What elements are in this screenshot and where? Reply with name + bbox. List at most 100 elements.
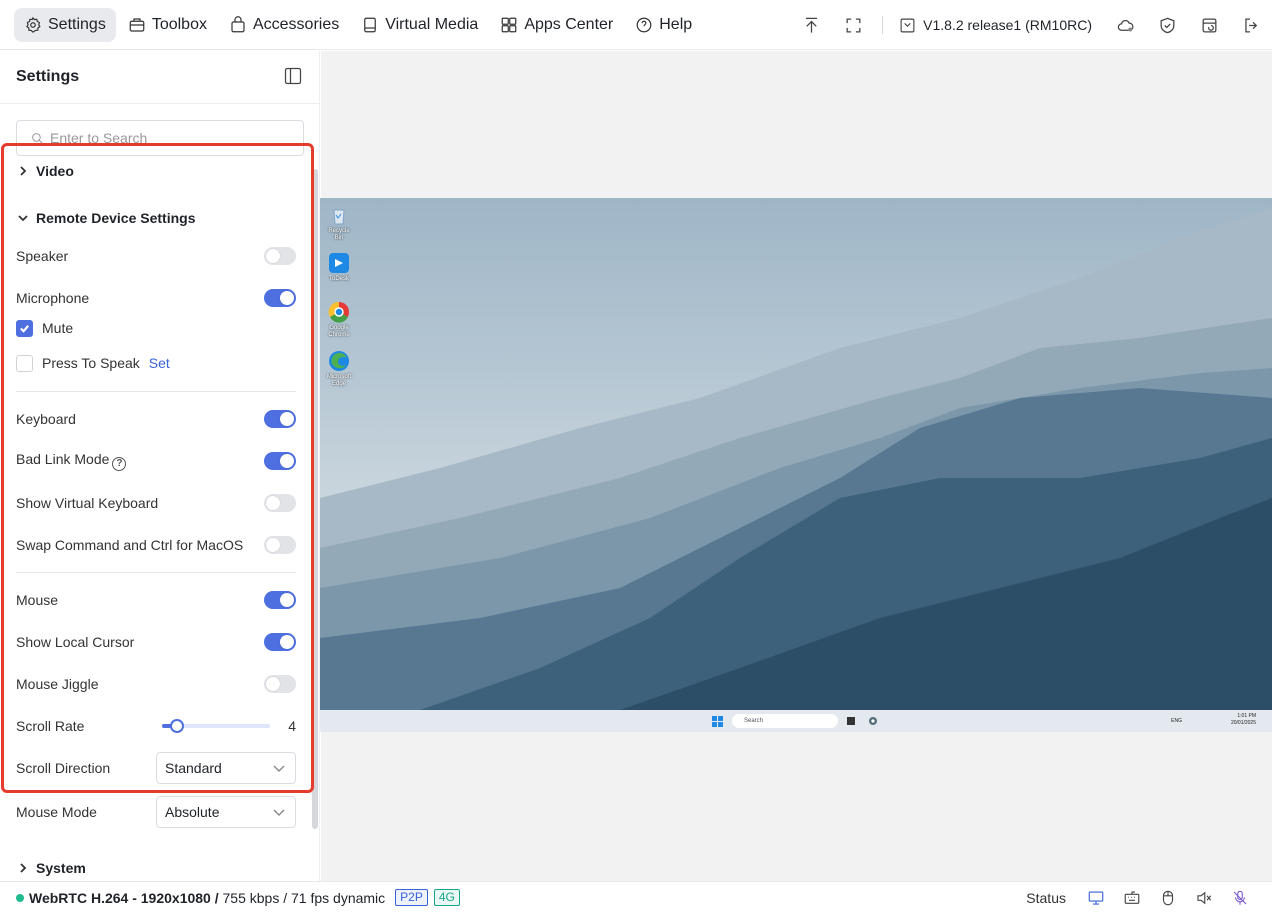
mouse-toggle[interactable] [264,591,296,609]
nav-toolbox[interactable]: Toolbox [118,8,217,42]
desktop-icon-label: ToDesk [328,276,349,282]
desktop-icon-todesk[interactable]: ToDesk [326,252,352,283]
show-local-cursor-toggle[interactable] [264,633,296,651]
mouse-mode-value: Absolute [165,804,220,820]
taskbar-search-label: Search [744,718,764,724]
toolbar-divider [882,16,884,34]
row-show-virtual-keyboard: Show Virtual Keyboard [16,489,296,517]
question-icon [636,17,652,32]
p2p-badge: P2P [395,889,428,906]
mute-label: Mute [42,320,74,336]
swap-command-ctrl-toggle[interactable] [264,536,296,554]
speaker-label: Speaker [16,248,69,264]
security-button[interactable] [1146,0,1188,50]
connection-status-dot [16,893,24,902]
nav-apps-center-label: Apps Center [524,15,614,33]
switch-device-button[interactable] [1188,0,1230,50]
windows-start-icon[interactable] [712,716,723,727]
logout-button[interactable] [1230,0,1272,50]
chevron-right-icon [20,863,27,873]
slider-thumb[interactable] [169,719,184,733]
show-virtual-keyboard-label: Show Virtual Keyboard [16,495,159,511]
upload-button[interactable] [790,0,832,50]
desktop-icon-edge[interactable]: Microsoft Edge [326,350,352,388]
section-remote-device-settings[interactable]: Remote Device Settings [18,210,196,226]
cloud-icon [1117,19,1133,31]
taskbar-time: 1:01 PM [1237,713,1256,719]
row-scroll-direction: Scroll Direction Standard [16,751,296,785]
mouse-mode-label: Mouse Mode [16,804,97,820]
upload-icon [805,17,817,33]
speaker-toggle[interactable] [264,247,296,265]
keyboard-label: Keyboard [16,411,76,427]
desktop-icon-recycle-bin[interactable]: Recycle Bin [326,204,352,242]
scroll-direction-value: Standard [165,760,222,776]
section-system[interactable]: System [18,860,86,876]
stream-info-rate: 755 kbps / 71 fps dynamic [218,889,386,906]
nav-virtual-media[interactable]: Virtual Media [351,8,488,42]
mouse-jiggle-toggle[interactable] [264,675,296,693]
chevron-down-icon [273,765,285,772]
section-remote-label: Remote Device Settings [36,210,196,226]
show-virtual-keyboard-toggle[interactable] [264,494,296,512]
divider [16,391,296,392]
monitor-status-button[interactable] [1078,882,1114,913]
mouse-status-button[interactable] [1150,882,1186,913]
settings-taskbar-icon[interactable] [868,716,878,726]
press-to-speak-set-link[interactable]: Set [149,355,170,371]
microphone-label: Microphone [16,290,90,306]
speaker-muted-button[interactable] [1186,882,1222,913]
help-circle-icon[interactable]: ? [112,456,127,471]
row-bad-link-mode: Bad Link Mode? [16,447,296,475]
task-view-icon[interactable] [846,716,856,726]
cloud-button[interactable] [1104,0,1146,50]
remote-desktop-screen[interactable]: Recycle Bin ToDesk Google Chrome Microso… [320,198,1272,732]
version-button[interactable]: V1.8.2 release1 (RM10RC) [891,17,1100,34]
bad-link-mode-toggle[interactable] [264,452,296,470]
sidebar-panel-icon [284,67,302,84]
microphone-toggle[interactable] [264,289,296,307]
disk-icon [364,17,377,32]
chrome-icon [328,301,349,323]
taskbar-clock[interactable]: 1:01 PM 20/01/2025 [1231,713,1256,727]
desktop-icon-label: Google Chrome [328,325,350,338]
section-system-label: System [36,860,86,876]
row-microphone: Microphone [16,284,296,312]
nav-apps-center[interactable]: Apps Center [490,8,623,42]
row-swap-command-ctrl: Swap Command and Ctrl for MacOS [16,531,296,559]
keyboard-toggle[interactable] [264,410,296,428]
mute-checkbox[interactable] [16,319,33,337]
press-to-speak-checkbox[interactable] [16,354,33,372]
nav-accessories[interactable]: Accessories [219,8,349,42]
chevron-down-icon [18,215,28,222]
desktop-icon-chrome[interactable]: Google Chrome [326,301,352,339]
taskbar-search[interactable]: Search [732,714,838,728]
stream-info-bold: WebRTC H.264 - 1920x1080 / [29,889,219,906]
scroll-rate-value: 4 [288,718,296,734]
mouse-mode-select[interactable]: Absolute [156,796,296,828]
collapse-sidebar-button[interactable] [283,66,303,89]
taskbar-language[interactable]: ENG [1171,718,1182,724]
fullscreen-button[interactable] [832,0,874,50]
check-icon [20,324,30,333]
logout-icon [1244,18,1257,32]
nav-toolbox-label: Toolbox [151,15,207,33]
microphone-muted-icon [1233,890,1247,905]
nav-virtual-media-label: Virtual Media [385,15,479,33]
scroll-direction-select[interactable]: Standard [156,752,296,784]
nav-settings[interactable]: Settings [14,7,116,42]
slider-track[interactable] [162,719,270,733]
status-right-tools: Status [1026,882,1258,913]
row-scroll-rate: Scroll Rate 4 [16,712,296,740]
toolbox-icon [129,17,145,32]
mouse-icon [1162,890,1174,906]
nav-help[interactable]: Help [625,8,702,42]
keyboard-status-button[interactable] [1114,882,1150,913]
mountain-wallpaper [320,208,1272,710]
download-box-icon [900,18,915,32]
sidebar-header: Settings [0,51,319,104]
scroll-rate-slider[interactable]: 4 [162,718,296,734]
row-mute[interactable]: Mute [16,318,73,338]
microphone-muted-button[interactable] [1222,882,1258,913]
taskbar-date: 20/01/2025 [1230,720,1256,726]
